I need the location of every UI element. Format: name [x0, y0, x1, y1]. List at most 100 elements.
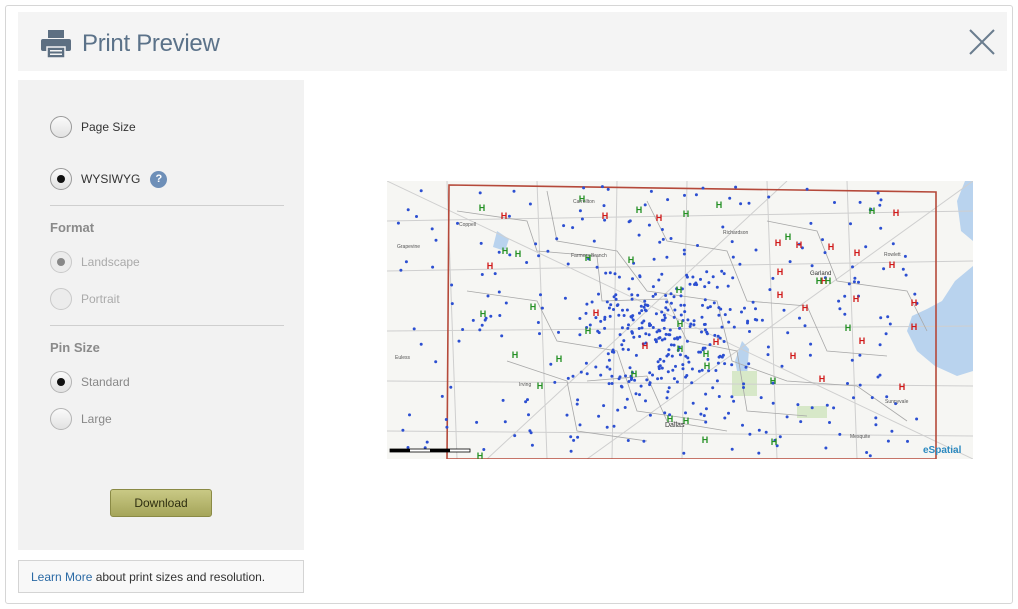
location-pin [740, 310, 743, 314]
location-pin [716, 361, 720, 365]
wysiwyg-option[interactable]: WYSIWYG ? [50, 168, 168, 190]
standard-pin-option[interactable]: Standard [50, 371, 130, 393]
location-pin [654, 338, 658, 342]
location-pin [647, 223, 651, 227]
location-pin [663, 337, 667, 341]
location-pin [850, 358, 854, 362]
standard-pin-radio[interactable] [50, 371, 72, 393]
location-pin [626, 326, 630, 330]
location-pin [660, 318, 664, 322]
location-pin [440, 394, 444, 398]
location-pin [682, 252, 686, 256]
location-pin [691, 275, 695, 279]
location-pin [821, 238, 824, 242]
location-pin [444, 418, 448, 421]
place-label: Garland [810, 271, 831, 277]
location-pin [876, 375, 880, 379]
location-pin [566, 376, 570, 380]
location-pin [824, 446, 828, 450]
location-pin [823, 251, 827, 255]
location-pin [557, 330, 560, 334]
landscape-radio[interactable] [50, 251, 72, 273]
location-pin [702, 323, 706, 326]
location-pin [585, 302, 589, 306]
location-pin [575, 402, 579, 406]
location-pin [642, 319, 646, 323]
large-pin-radio[interactable] [50, 408, 72, 430]
location-pin [711, 386, 715, 390]
location-pin [642, 439, 646, 443]
h-marker: H [502, 246, 509, 256]
location-pin [731, 276, 735, 280]
location-pin [649, 189, 653, 193]
location-pin [852, 396, 855, 400]
location-pin [666, 370, 670, 374]
location-pin [576, 435, 580, 439]
location-pin [637, 327, 641, 330]
location-pin [590, 300, 594, 304]
location-pin [616, 408, 620, 412]
location-pin [864, 245, 868, 249]
portrait-radio[interactable] [50, 288, 72, 310]
h-marker: H [777, 290, 784, 300]
location-pin [738, 262, 742, 266]
location-pin [620, 343, 624, 347]
location-pin [882, 267, 886, 271]
location-pin [638, 335, 642, 338]
close-icon[interactable] [966, 26, 998, 58]
location-pin [851, 265, 854, 269]
location-pin [431, 265, 435, 269]
location-pin [627, 323, 630, 327]
location-pin [630, 297, 634, 301]
h-marker: H [893, 208, 900, 218]
location-pin [673, 308, 677, 312]
learn-more-link[interactable]: Learn More [31, 570, 92, 584]
download-button[interactable]: Download [110, 489, 212, 517]
location-pin [578, 333, 582, 337]
location-pin [730, 240, 734, 244]
wysiwyg-radio[interactable] [50, 168, 72, 190]
location-pin [609, 303, 613, 307]
location-pin [640, 326, 644, 330]
location-pin [528, 429, 532, 433]
location-pin [497, 250, 501, 254]
location-pin [755, 318, 759, 322]
location-pin [608, 314, 612, 318]
location-pin [668, 328, 672, 332]
location-pin [665, 300, 669, 304]
page-size-radio[interactable] [50, 116, 72, 138]
location-pin [480, 273, 484, 276]
location-pin [858, 383, 862, 387]
location-pin [741, 423, 744, 427]
location-pin [651, 326, 655, 329]
location-pin [664, 306, 668, 310]
h-marker: H [869, 206, 876, 216]
place-label: Richardson [723, 230, 749, 236]
location-pin [742, 386, 745, 389]
format-section-title: Format [50, 220, 95, 235]
location-pin [778, 435, 782, 439]
page-size-option[interactable]: Page Size [50, 116, 136, 138]
location-pin [480, 323, 484, 327]
location-pin [809, 221, 813, 225]
location-pin [658, 329, 662, 333]
portrait-option[interactable]: Portrait [50, 288, 120, 310]
location-pin [704, 392, 708, 396]
location-pin [623, 406, 627, 409]
location-pin [614, 297, 618, 301]
location-pin [449, 385, 453, 389]
large-pin-option[interactable]: Large [50, 408, 112, 430]
location-pin [906, 439, 909, 443]
location-pin [540, 306, 544, 310]
h-marker: H [816, 276, 823, 286]
location-pin [603, 317, 607, 321]
landscape-option[interactable]: Landscape [50, 251, 140, 273]
location-pin [697, 369, 701, 373]
map-image: H HHHHHH H HHHHHHH HHHHHHHHHHHH HHHHH H H HHHHHH… [387, 181, 973, 459]
location-pin [622, 314, 626, 317]
help-icon[interactable]: ? [150, 170, 168, 188]
location-pin [692, 323, 696, 327]
h-marker: H [515, 249, 522, 259]
location-pin [748, 432, 752, 436]
location-pin [717, 313, 721, 317]
